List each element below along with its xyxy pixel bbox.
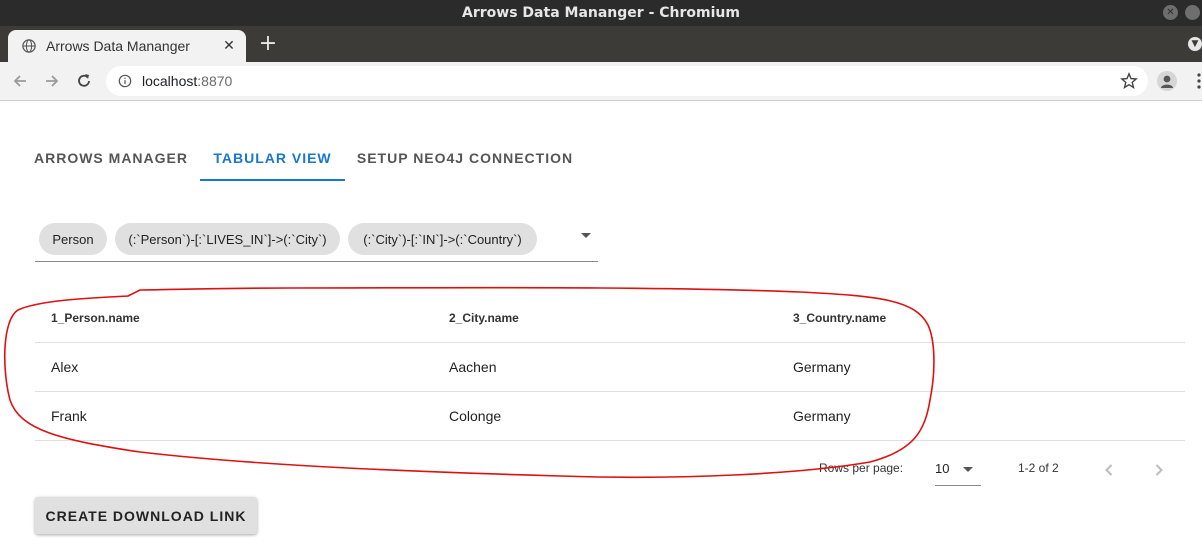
forward-arrow-icon [46, 75, 59, 87]
create-download-link-button[interactable]: CREATE DOWNLOAD LINK [35, 497, 257, 534]
table-cell: Frank [35, 391, 449, 441]
url-text[interactable]: localhost:8870 [142, 73, 232, 89]
browser-tab-strip: Arrows Data Mananger ✕ + ▼ [0, 26, 1202, 62]
chip-lives-in-relation[interactable]: (:`Person`)-[:`LIVES_IN`]->(:`City`) [115, 223, 340, 255]
chevron-right-icon[interactable] [1147, 458, 1171, 482]
rows-per-page-value: 10 [935, 461, 950, 476]
table-header-row: 1_Person.name 2_City.name 3_Country.name [35, 293, 1185, 343]
back-arrow-icon [13, 75, 26, 87]
chip-person[interactable]: Person [39, 223, 107, 255]
tab-setup-neo4j-connection[interactable]: SETUP NEO4J CONNECTION [354, 137, 576, 179]
window-title: Arrows Data Mananger - Chromium [462, 5, 740, 21]
globe-icon [22, 39, 36, 53]
table-row: Frank Colonge Germany [35, 391, 1185, 441]
window-control-button[interactable] [1185, 5, 1200, 20]
dropdown-arrow-icon[interactable] [581, 233, 591, 238]
address-bar[interactable]: localhost:8870 [106, 66, 1148, 96]
browser-tab[interactable]: Arrows Data Mananger ✕ [8, 30, 246, 62]
star-icon[interactable] [1120, 72, 1138, 90]
table-cell: Alex [35, 342, 449, 392]
tab-tabular-view[interactable]: TABULAR VIEW [200, 137, 345, 181]
dropdown-arrow-icon [963, 467, 973, 472]
browser-tab-title: Arrows Data Mananger [46, 38, 190, 54]
tab-arrows-manager[interactable]: ARROWS MANAGER [32, 137, 190, 179]
table-cell: Germany [793, 342, 1185, 392]
url-port: :8870 [197, 73, 233, 89]
url-host: localhost [142, 73, 198, 89]
window-close-button[interactable]: ✕ [1163, 5, 1178, 20]
table-row: Alex Aachen Germany [35, 342, 1185, 392]
browser-toolbar: localhost:8870 [0, 62, 1202, 101]
results-table: 1_Person.name 2_City.name 3_Country.name… [35, 293, 1185, 441]
close-icon[interactable]: ✕ [218, 38, 240, 54]
column-header[interactable]: 1_Person.name [35, 293, 449, 343]
rows-per-page-label: Rows per page: [819, 461, 904, 475]
forward-button[interactable] [40, 69, 64, 93]
back-button[interactable] [8, 69, 32, 93]
column-header[interactable]: 3_Country.name [793, 293, 1185, 343]
chevron-left-icon[interactable] [1097, 458, 1121, 482]
table-cell: Germany [793, 391, 1185, 441]
table-cell: Aachen [449, 342, 793, 392]
info-icon[interactable] [118, 74, 132, 88]
column-header[interactable]: 2_City.name [449, 293, 793, 343]
reload-button[interactable] [72, 69, 96, 93]
rows-per-page-select[interactable]: 10 [935, 455, 981, 486]
pagination-range: 1-2 of 2 [1018, 461, 1059, 475]
reload-icon [78, 74, 90, 87]
kebab-menu-icon[interactable] [1196, 73, 1202, 89]
chip-in-relation[interactable]: (:`City`)-[:`IN`]->(:`Country`) [348, 223, 537, 255]
profile-icon[interactable] [1157, 71, 1177, 91]
window-title-bar: Arrows Data Mananger - Chromium ✕ [0, 0, 1202, 26]
table-cell: Colonge [449, 391, 793, 441]
query-chip-select[interactable]: Person (:`Person`)-[:`LIVES_IN`]->(:`Cit… [35, 220, 598, 262]
person-silhouette-icon [1161, 75, 1173, 88]
tab-search-chevron-icon[interactable]: ▼ [1188, 37, 1202, 51]
new-tab-button[interactable]: + [256, 32, 280, 56]
